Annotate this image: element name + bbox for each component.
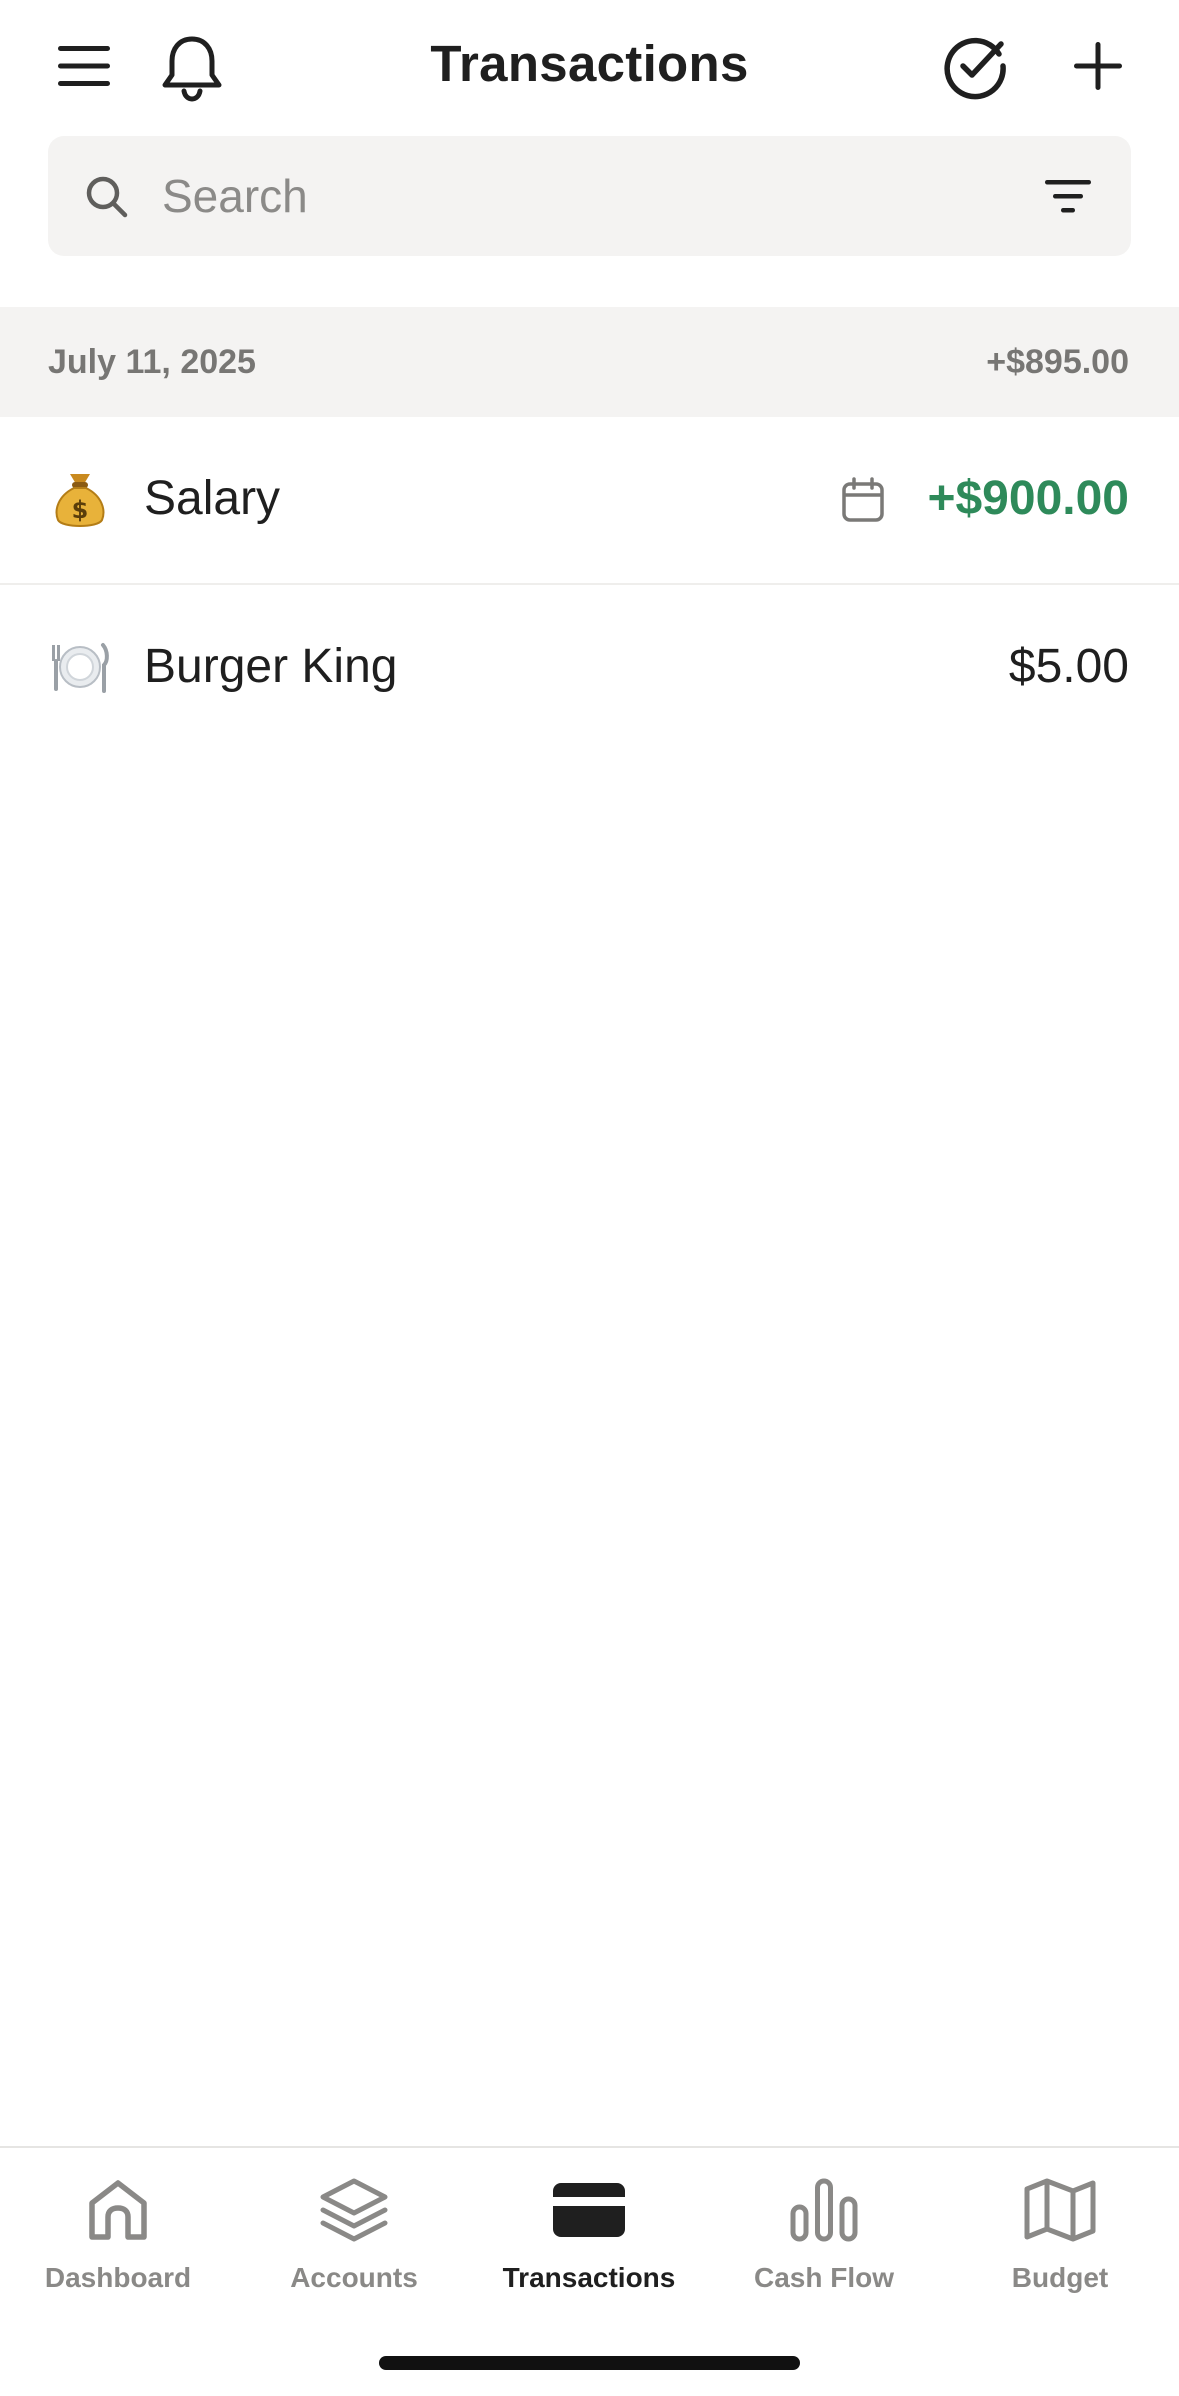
transactions-screen: Transactions Search July 11, 2025 +$895.… (0, 0, 1179, 2396)
tab-label: Transactions (502, 2262, 676, 2293)
bar-chart-icon (706, 2170, 942, 2250)
search-icon (84, 174, 130, 225)
home-indicator[interactable] (379, 2356, 800, 2370)
transaction-name: Salary (144, 472, 281, 525)
tab-transactions[interactable]: Transactions (471, 2170, 707, 2320)
tab-label: Cash Flow (753, 2262, 894, 2293)
home-icon (0, 2170, 236, 2250)
check-circle-icon[interactable] (935, 26, 1015, 106)
tab-dashboard[interactable]: Dashboard (0, 2170, 236, 2320)
filter-icon[interactable] (1043, 176, 1093, 216)
transaction-name: Burger King (144, 640, 398, 693)
money-bag-icon: $ (48, 467, 112, 531)
tab-label: Dashboard (44, 2262, 192, 2293)
top-bar: Transactions (0, 0, 1179, 135)
credit-card-icon (471, 2170, 707, 2250)
transaction-amount: +$900.00 (927, 472, 1129, 525)
plus-icon[interactable] (1060, 26, 1136, 106)
tab-label: Budget (1011, 2262, 1109, 2293)
calendar-icon (841, 477, 885, 528)
date-group-header: July 11, 2025 +$895.00 (0, 307, 1179, 417)
tab-accounts[interactable]: Accounts (236, 2170, 472, 2320)
search-input[interactable] (162, 136, 1022, 256)
transaction-row-burger-king[interactable]: Burger King $5.00 (0, 585, 1179, 753)
tab-cash-flow[interactable]: Cash Flow (706, 2170, 942, 2320)
transaction-row-salary[interactable]: $ Salary +$900.00 (0, 417, 1179, 585)
svg-text:$: $ (72, 496, 89, 524)
fork-knife-plate-icon (48, 635, 112, 699)
layers-icon (236, 2170, 472, 2250)
search-bar[interactable] (48, 136, 1131, 256)
map-icon (942, 2170, 1178, 2250)
group-date: July 11, 2025 (48, 343, 256, 381)
group-total: +$895.00 (986, 343, 1129, 381)
transaction-amount: $5.00 (1008, 640, 1129, 693)
tab-label: Accounts (290, 2262, 418, 2293)
tab-budget[interactable]: Budget (942, 2170, 1178, 2320)
